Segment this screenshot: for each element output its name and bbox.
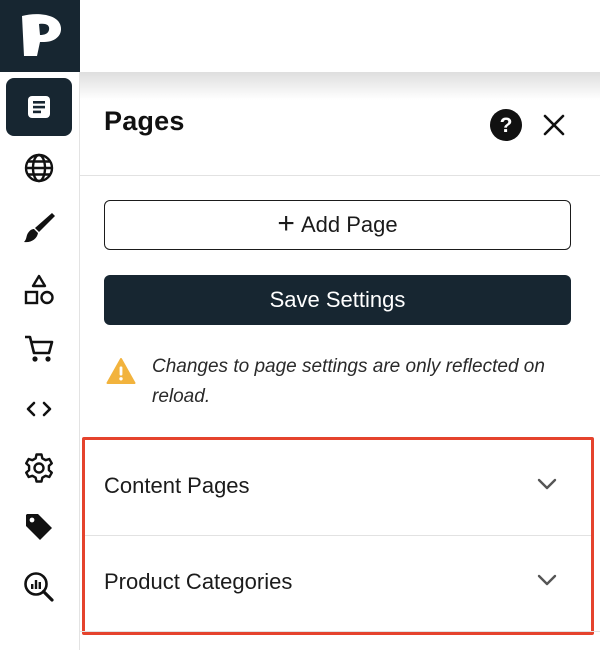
warning-icon: [106, 358, 136, 384]
cart-icon: [25, 335, 54, 362]
sidebar-item-design[interactable]: [6, 199, 72, 257]
help-icon: ?: [499, 113, 513, 137]
sidebar-item-tags[interactable]: [6, 498, 72, 556]
chevron-down-icon: [537, 574, 557, 586]
help-button[interactable]: ?: [490, 109, 522, 141]
sidebar-item-code[interactable]: [6, 380, 72, 438]
reload-notice: Changes to page settings are only reflec…: [104, 350, 574, 414]
panel-title: Pages: [104, 106, 185, 136]
logo-letter: P: [12, 12, 13, 13]
chevron-down-icon: [537, 478, 557, 490]
page-sections-accordion: Content Pages Product Categories: [82, 437, 594, 635]
top-header: [80, 0, 600, 72]
sidebar-item-globe[interactable]: [6, 139, 72, 197]
code-icon: [26, 401, 52, 417]
document-icon: [28, 96, 50, 118]
pages-panel: Pages ? + Add Page Save Settings Changes…: [80, 72, 600, 650]
save-settings-label: Save Settings: [269, 287, 406, 312]
close-icon: [543, 114, 565, 136]
globe-icon: [24, 153, 54, 183]
section-product-categories[interactable]: Product Categories: [85, 536, 591, 632]
sidebar-item-settings[interactable]: [6, 439, 72, 497]
add-page-label: Add Page: [300, 212, 398, 237]
paintbrush-icon: [24, 213, 55, 243]
save-settings-button[interactable]: Save Settings: [104, 275, 571, 325]
shapes-icon: [24, 274, 54, 305]
panel-bottom-divider: [80, 631, 600, 632]
header-divider: [80, 175, 600, 176]
notice-text: Changes to page settings are only reflec…: [152, 356, 545, 407]
panel-shadow: [80, 72, 600, 100]
app-logo[interactable]: P: [0, 0, 80, 72]
plus-icon: +: [277, 207, 295, 240]
section-content-pages[interactable]: Content Pages: [85, 440, 591, 536]
logo-icon: P: [12, 12, 62, 57]
sidebar-item-pages[interactable]: [6, 78, 72, 136]
sidebar-rail: [0, 72, 80, 650]
section-label: Product Categories: [104, 569, 293, 594]
gear-icon: [25, 453, 53, 483]
sidebar-item-shapes[interactable]: [6, 261, 72, 319]
close-button[interactable]: [542, 113, 566, 137]
section-label: Content Pages: [104, 473, 250, 498]
sidebar-item-analytics[interactable]: [6, 558, 72, 616]
tag-icon: [26, 514, 52, 540]
analytics-search-icon: [24, 572, 54, 602]
sidebar-item-cart[interactable]: [6, 320, 72, 378]
add-page-button[interactable]: + Add Page: [104, 200, 571, 250]
